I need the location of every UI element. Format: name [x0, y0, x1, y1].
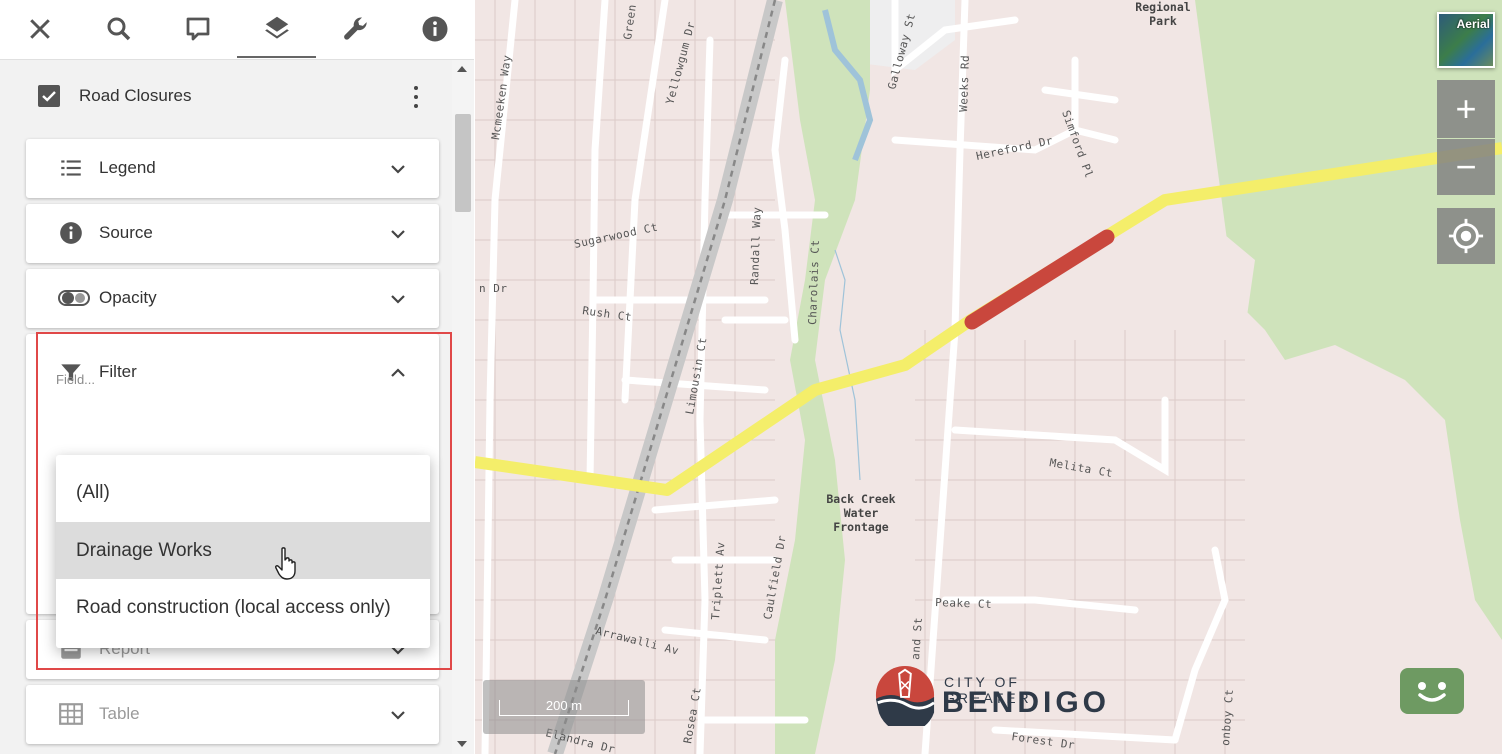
info-icon — [422, 16, 447, 42]
sidebar-toolbar — [0, 0, 474, 60]
table-icon — [58, 701, 84, 727]
street-label: Melita Ct — [1048, 456, 1113, 480]
chat-bot-button[interactable] — [1400, 668, 1464, 714]
table-label: Table — [99, 704, 140, 723]
layer-name: Road Closures — [79, 86, 192, 105]
info-tab[interactable] — [395, 0, 474, 58]
more-vert-icon[interactable] — [405, 84, 427, 110]
close-button[interactable] — [0, 0, 79, 58]
search-tab[interactable] — [79, 0, 158, 58]
zoom-in-button[interactable]: + — [1437, 80, 1495, 138]
dropdown-option-road-construction[interactable]: Road construction (local access only) — [56, 579, 430, 637]
chevron-down-icon — [388, 224, 408, 244]
dropdown-option-all[interactable]: (All) — [56, 464, 430, 522]
sidebar-scrollbar[interactable] — [452, 60, 474, 754]
layers-icon — [264, 16, 289, 39]
map-label-regional-park: Park — [1149, 14, 1177, 28]
comment-tab[interactable] — [158, 0, 237, 58]
smiley-chat-icon — [1418, 682, 1446, 702]
chevron-down-icon — [388, 159, 408, 179]
hand-pointer-cursor-icon — [275, 547, 296, 580]
source-label: Source — [99, 223, 153, 242]
close-icon — [29, 19, 50, 39]
wrench-icon — [343, 17, 367, 40]
street-label: n Dr — [479, 282, 508, 295]
scale-label: 200 m — [545, 698, 583, 713]
source-card[interactable]: Source — [26, 204, 439, 263]
list-icon — [58, 155, 84, 181]
chevron-down-icon — [388, 705, 408, 725]
comment-icon — [186, 17, 209, 41]
map-canvas[interactable]: Regional Park Back Creek Water Frontage … — [475, 0, 1502, 754]
legend-card[interactable]: Legend — [26, 139, 439, 198]
city-logo: CITY OF GREATER BENDIGO — [874, 664, 1114, 728]
map-label-back-creek: Water — [844, 506, 879, 520]
map-label-back-creek: Frontage — [833, 520, 888, 534]
info-circle-icon — [58, 220, 84, 246]
chevron-down-icon — [388, 289, 408, 309]
search-icon — [107, 17, 130, 41]
opacity-card[interactable]: Opacity — [26, 269, 439, 328]
zoom-out-button[interactable]: − — [1437, 139, 1495, 195]
street-label: and St — [909, 617, 925, 661]
check-icon — [42, 91, 56, 102]
scale-bar: 200 m — [483, 680, 645, 734]
dropdown-option-drainage-works[interactable]: Drainage Works — [56, 521, 430, 579]
legend-label: Legend — [99, 158, 156, 177]
aerial-basemap-button[interactable]: Aerial — [1437, 12, 1495, 68]
map-label-back-creek: Back Creek — [826, 492, 895, 506]
layers-tab[interactable] — [237, 0, 316, 58]
street-label: Weeks Rd — [957, 55, 972, 112]
map-label-regional-park: Regional — [1135, 0, 1190, 14]
street-label: Peake Ct — [935, 596, 992, 611]
opacity-label: Opacity — [99, 288, 157, 307]
opacity-toggle-icon — [58, 285, 90, 311]
layer-row: Road Closures — [0, 60, 452, 132]
crosshair-location-icon — [1448, 218, 1484, 254]
field-dropdown-menu: (All) Drainage Works Road construction (… — [56, 455, 430, 648]
table-card[interactable]: Table — [26, 685, 439, 744]
scroll-thumb[interactable] — [455, 114, 471, 212]
scroll-up-arrow-icon[interactable] — [457, 66, 467, 72]
bendigo-emblem-icon — [875, 665, 935, 726]
scroll-down-arrow-icon[interactable] — [457, 741, 467, 747]
aerial-label: Aerial — [1456, 17, 1490, 31]
locate-button[interactable] — [1437, 208, 1495, 264]
layer-visibility-checkbox[interactable] — [38, 85, 60, 107]
street-label: Randall Way — [748, 206, 764, 285]
tools-tab[interactable] — [316, 0, 395, 58]
map-view[interactable]: Regional Park Back Creek Water Frontage … — [475, 0, 1502, 754]
logo-main-text: BENDIGO — [942, 686, 1111, 719]
